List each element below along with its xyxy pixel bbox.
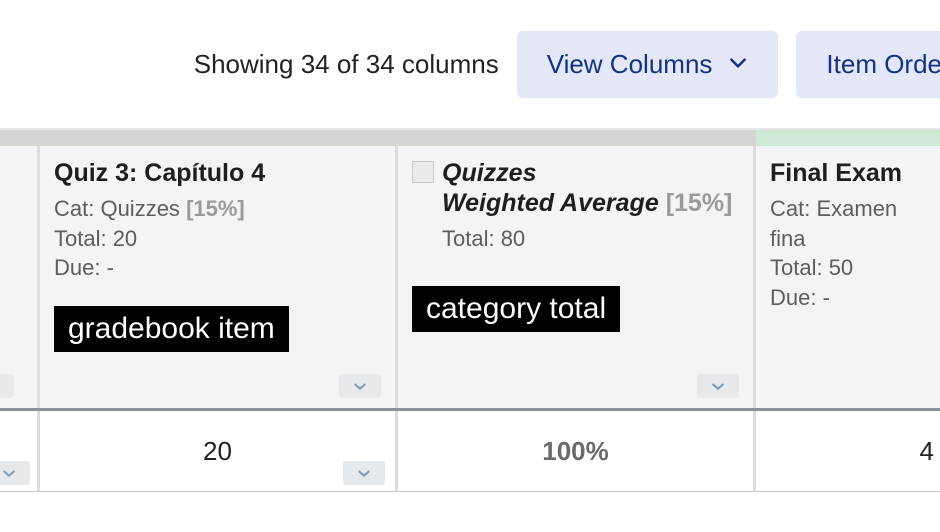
- view-columns-button[interactable]: View Columns: [517, 31, 779, 98]
- row-menu-button[interactable]: [0, 461, 30, 485]
- columns-count-text: Showing 34 of 34 columns: [194, 49, 499, 80]
- category-checkbox[interactable]: [412, 161, 434, 183]
- column-menu-button[interactable]: [697, 374, 739, 398]
- column-title: Final Exam: [770, 158, 926, 188]
- cell-menu-button[interactable]: [343, 461, 385, 485]
- grade-cell-quizzes-avg: 100%: [398, 411, 756, 491]
- column-title-line1: Quizzes: [442, 158, 732, 188]
- column-title-line2: Weighted Average [15%]: [442, 188, 732, 218]
- grade-value: 4: [920, 436, 934, 467]
- grade-cell-final-exam[interactable]: 4: [756, 411, 940, 491]
- data-row: 20 100% 4: [0, 408, 940, 492]
- row-stub-cell: [0, 411, 40, 491]
- row-menu-button[interactable]: [0, 374, 14, 398]
- chevron-down-icon: [728, 49, 748, 80]
- header-stub: [0, 146, 40, 408]
- annotation-category-total: category total: [412, 286, 620, 332]
- column-headers-row: Quiz 3: Capítulo 4 Cat: Quizzes [15%] To…: [0, 146, 940, 408]
- column-meta: Cat: Quizzes [15%] Total: 20 Due: -: [54, 194, 381, 283]
- category-color-strip: [0, 130, 940, 146]
- item-order-label: Item Orde: [826, 49, 940, 80]
- column-meta: Cat: Examen fina Total: 50 Due: -: [770, 194, 926, 313]
- column-meta: Total: 80: [442, 224, 739, 254]
- annotation-gradebook-item: gradebook item: [54, 306, 289, 352]
- column-header-quiz3[interactable]: Quiz 3: Capítulo 4 Cat: Quizzes [15%] To…: [40, 146, 398, 408]
- toolbar: Showing 34 of 34 columns View Columns It…: [0, 0, 940, 130]
- column-header-final-exam[interactable]: Final Exam Cat: Examen fina Total: 50 Du…: [756, 146, 940, 408]
- grade-cell-quiz3[interactable]: 20: [40, 411, 398, 491]
- column-header-quizzes-avg[interactable]: Quizzes Weighted Average [15%] Total: 80…: [398, 146, 756, 408]
- grade-value: 20: [203, 436, 232, 467]
- grade-value: 100%: [542, 436, 609, 467]
- column-title: Quiz 3: Capítulo 4: [54, 158, 381, 188]
- view-columns-label: View Columns: [547, 49, 713, 80]
- column-menu-button[interactable]: [339, 374, 381, 398]
- item-order-button[interactable]: Item Orde: [796, 31, 940, 98]
